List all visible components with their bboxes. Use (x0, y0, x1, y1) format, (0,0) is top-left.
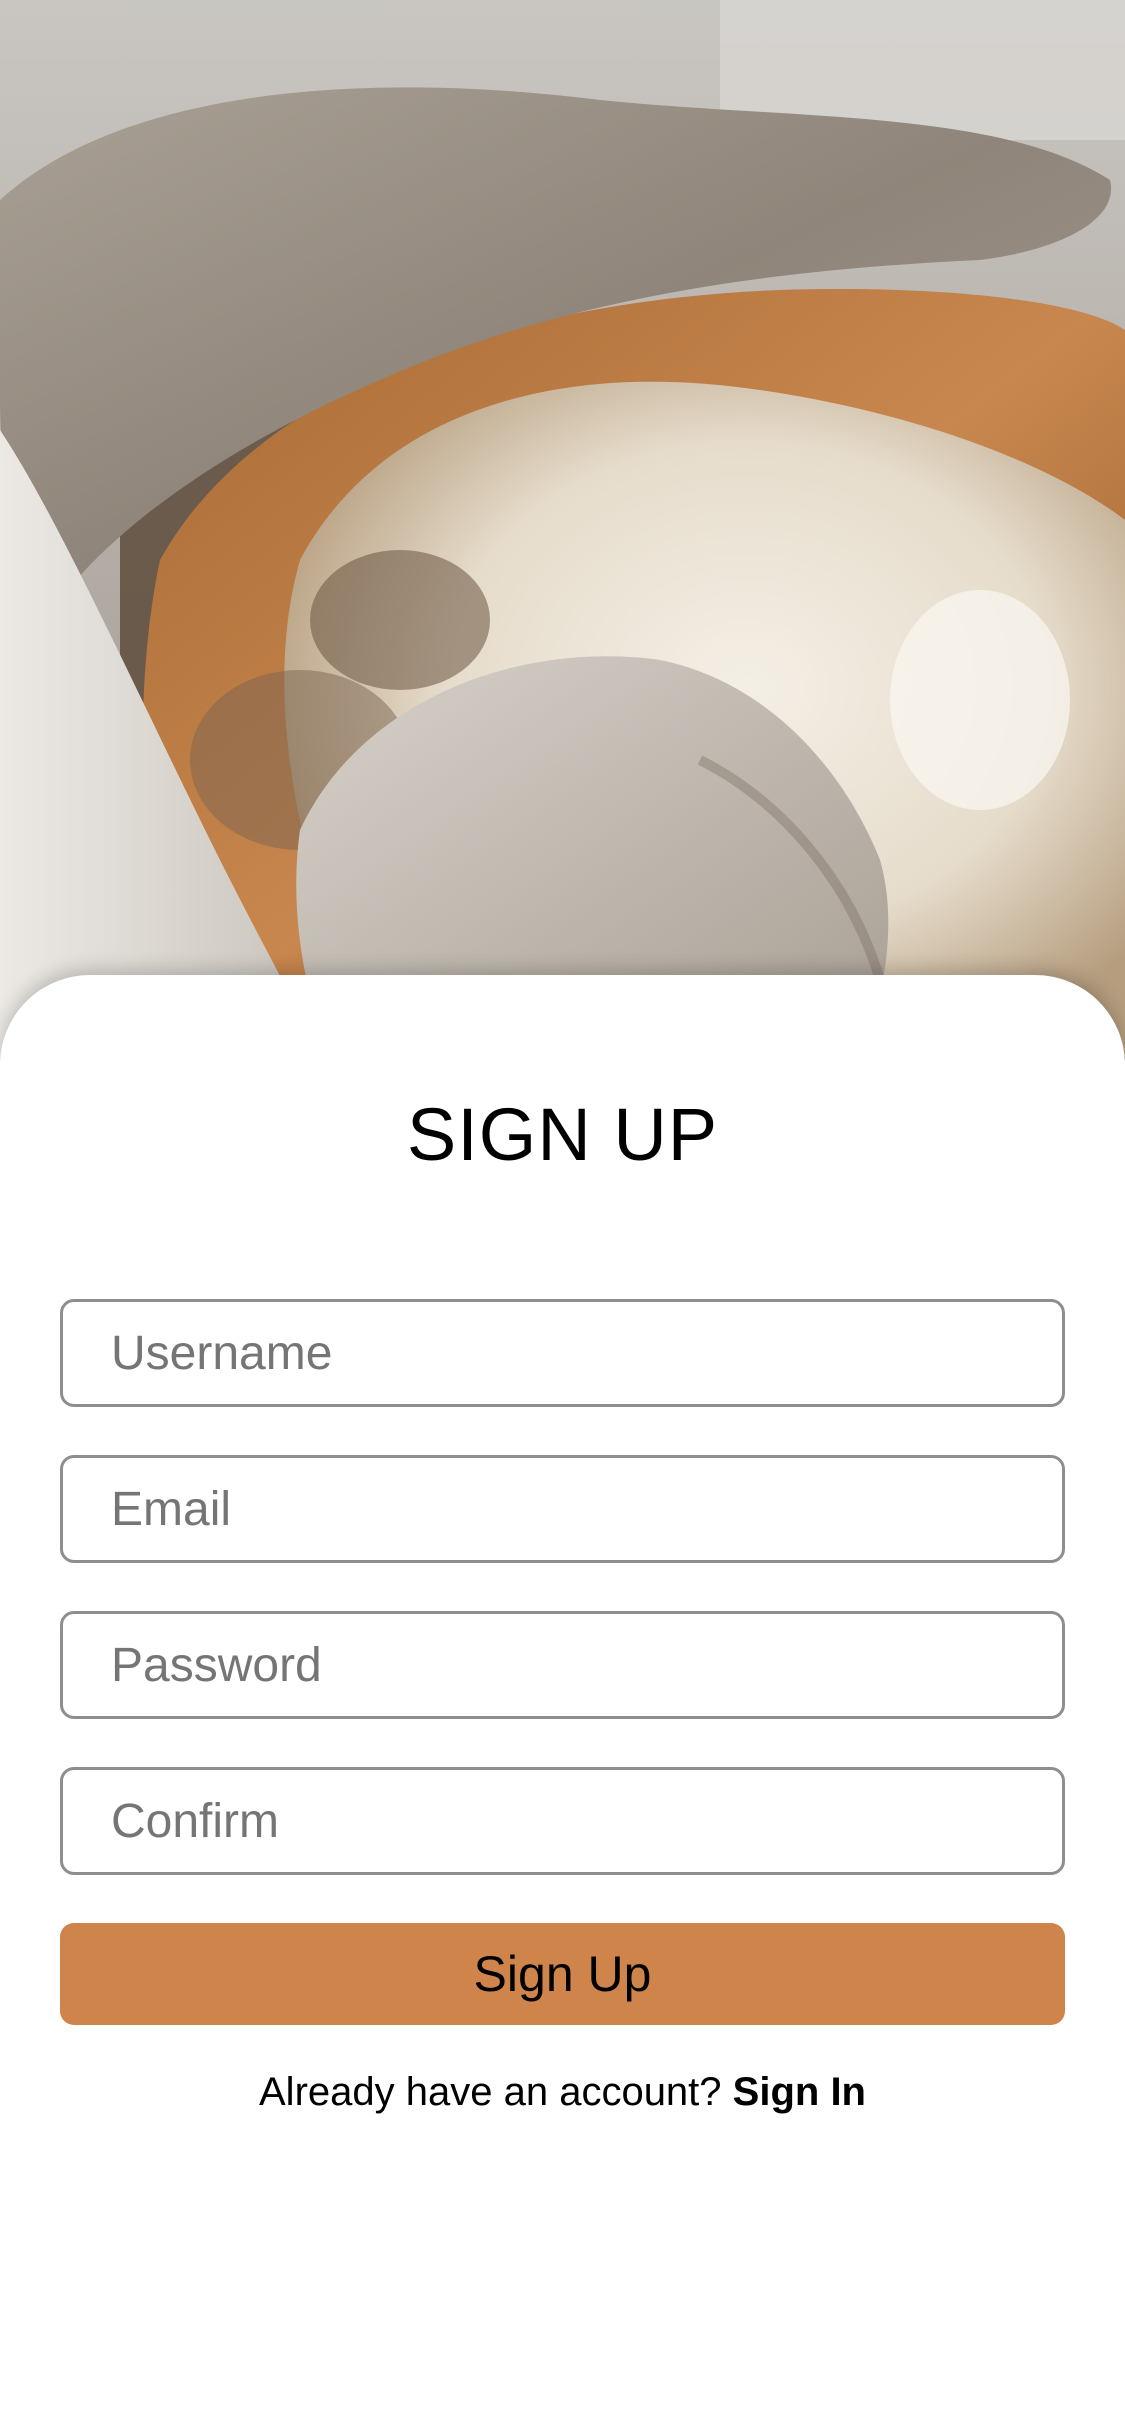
hero-image (0, 0, 1125, 1060)
sign-in-link[interactable]: Sign In (733, 2070, 866, 2114)
sign-in-prompt: Already have an account? Sign In (0, 2070, 1125, 2115)
password-field-container (60, 1611, 1065, 1719)
password-input[interactable] (63, 1614, 1062, 1716)
confirm-password-input[interactable] (63, 1770, 1062, 1872)
username-input[interactable] (63, 1302, 1062, 1404)
sign-up-button[interactable]: Sign Up (60, 1923, 1065, 2025)
username-field-container (60, 1299, 1065, 1407)
confirm-password-field-container (60, 1767, 1065, 1875)
sign-in-prompt-text: Already have an account? (259, 2070, 722, 2114)
email-field-container (60, 1455, 1065, 1563)
email-input[interactable] (63, 1458, 1062, 1560)
page-title: SIGN UP (406, 1093, 719, 1176)
bread-photo (0, 0, 1125, 1060)
signup-screen: SIGN UP Sign Up Already have an account?… (0, 0, 1125, 2436)
